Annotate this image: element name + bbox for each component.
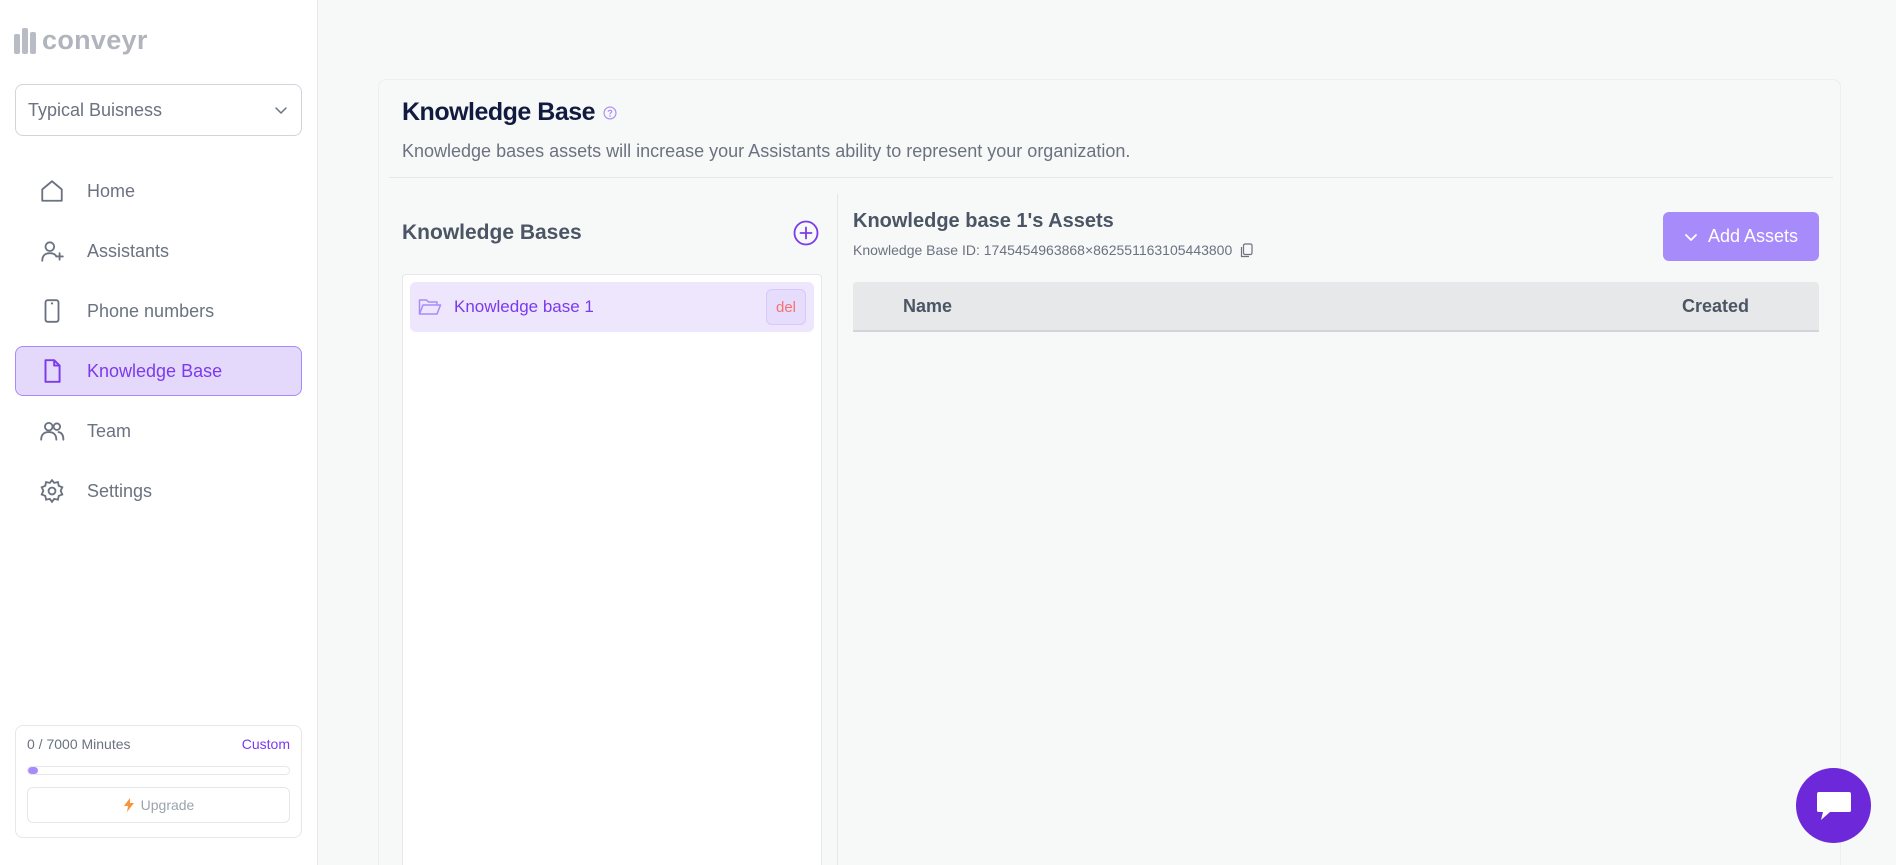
page-title: Knowledge Base [402, 98, 596, 126]
home-icon [38, 177, 66, 205]
sidebar-item-assistants[interactable]: Assistants [15, 226, 302, 276]
sidebar-item-label: Settings [87, 480, 153, 501]
sidebar-item-team[interactable]: Team [15, 406, 302, 456]
copy-icon[interactable] [1240, 242, 1254, 258]
usage-progress-bar [27, 766, 290, 775]
sidebar-nav: Home Assistants Phone numbers Knowledge … [15, 166, 302, 526]
logo[interactable]: conveyr [14, 25, 148, 56]
knowledge-base-id-row: Knowledge Base ID: 1745454963868×8625511… [853, 242, 1254, 258]
plan-link[interactable]: Custom [242, 736, 290, 752]
add-knowledge-base-icon[interactable] [793, 220, 819, 246]
delete-knowledge-base-button[interactable]: del [766, 289, 806, 325]
gear-icon [38, 477, 66, 505]
user-plus-icon [38, 237, 66, 265]
sidebar-item-label: Home [87, 180, 136, 201]
header-divider [389, 177, 1833, 178]
logo-text: conveyr [42, 25, 148, 55]
sidebar-item-label: Knowledge Base [87, 360, 223, 381]
logo-mark-icon [14, 27, 36, 54]
phone-icon [38, 297, 66, 325]
document-icon [38, 357, 66, 385]
help-icon[interactable] [603, 105, 617, 120]
panel-divider [837, 194, 838, 865]
knowledge-base-list: Knowledge base 1 del [402, 274, 822, 865]
knowledge-bases-heading: Knowledge Bases [402, 221, 582, 244]
users-icon [38, 417, 66, 445]
page-subtitle: Knowledge bases assets will increase you… [402, 141, 1131, 161]
assets-table-header: Name Created [853, 282, 1819, 332]
knowledge-base-item[interactable]: Knowledge base 1 del [410, 282, 814, 332]
column-header-created[interactable]: Created [1682, 296, 1749, 317]
column-header-name[interactable]: Name [903, 296, 952, 317]
add-assets-label: Add Assets [1707, 226, 1799, 246]
usage-card: 0 / 7000 Minutes Custom Upgrade [15, 725, 302, 838]
knowledge-base-card: Knowledge Base Knowledge bases assets wi… [378, 79, 1841, 865]
usage-minutes-text: 0 / 7000 Minutes [27, 736, 131, 752]
chat-bubble-icon [1816, 791, 1851, 820]
chevron-down-icon [275, 107, 287, 114]
usage-progress-fill [28, 767, 39, 774]
lightning-icon [123, 798, 134, 812]
sidebar-item-label: Team [87, 420, 132, 441]
upgrade-label: Upgrade [140, 797, 195, 813]
sidebar-item-knowledge-base[interactable]: Knowledge Base [15, 346, 302, 396]
chat-button[interactable] [1796, 768, 1871, 843]
upgrade-button[interactable]: Upgrade [27, 787, 290, 823]
sidebar-item-label: Phone numbers [87, 300, 215, 321]
sidebar-item-phone-numbers[interactable]: Phone numbers [15, 286, 302, 336]
organization-select[interactable]: Typical Buisness [15, 84, 302, 136]
sidebar: conveyr Typical Buisness Home Assistants… [0, 0, 318, 865]
knowledge-base-name: Knowledge base 1 [454, 297, 594, 316]
organization-select-value: Typical Buisness [28, 99, 163, 120]
knowledge-base-id: Knowledge Base ID: 1745454963868×8625511… [853, 242, 1233, 258]
sidebar-item-settings[interactable]: Settings [15, 466, 302, 516]
chevron-down-icon [1685, 233, 1697, 241]
assets-heading: Knowledge base 1's Assets [853, 210, 1114, 232]
sidebar-item-home[interactable]: Home [15, 166, 302, 216]
sidebar-item-label: Assistants [87, 240, 170, 261]
add-assets-button[interactable]: Add Assets [1663, 212, 1819, 261]
folder-open-icon [418, 299, 442, 315]
